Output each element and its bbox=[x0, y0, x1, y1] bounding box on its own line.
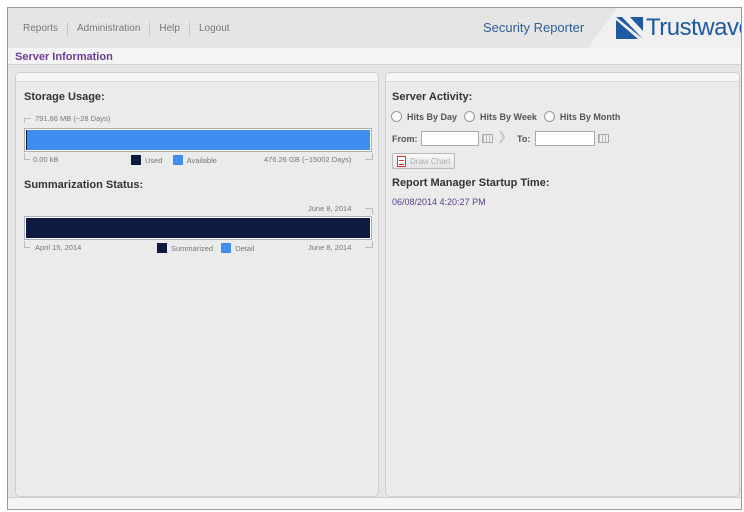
storage-max-label: 476.26 GB (~15002 Days) bbox=[264, 155, 352, 164]
startup-time-value: 06/08/2014 4:20:27 PM bbox=[392, 197, 486, 207]
storage-min-label: 0.00 kB bbox=[33, 155, 59, 164]
summarization-bar bbox=[24, 216, 372, 240]
divider bbox=[365, 208, 372, 209]
arrow-right-icon: ❯ bbox=[497, 129, 508, 143]
draw-chart-label: Draw Chart bbox=[410, 156, 451, 166]
storage-legend: Used Available bbox=[131, 155, 217, 165]
radio-hits-by-day[interactable] bbox=[391, 111, 402, 122]
panel-header-strip bbox=[16, 73, 378, 82]
legend-used-swatch bbox=[131, 155, 141, 165]
legend-used-label: Used bbox=[145, 156, 163, 165]
divider bbox=[372, 153, 373, 160]
radio-hits-by-week[interactable] bbox=[464, 111, 476, 122]
page-title: Server Information bbox=[15, 51, 113, 63]
hits-by-month-label: Hits By Month bbox=[559, 111, 621, 122]
hits-by-day-label: Hits By Day bbox=[407, 111, 458, 122]
summarization-title: Summarization Status: bbox=[24, 179, 144, 191]
pdf-icon bbox=[397, 155, 406, 167]
summarized-segment bbox=[26, 218, 370, 238]
storage-used-caption: 791.86 MB (~28 Days) bbox=[35, 114, 111, 123]
top-navigation-bar: Reports Administration Help Logout Secur… bbox=[8, 8, 741, 48]
divider bbox=[372, 208, 373, 214]
product-name: Security Reporter bbox=[483, 20, 585, 35]
summarization-top-caption: June 8, 2014 bbox=[308, 204, 352, 213]
startup-title: Report Manager Startup Time: bbox=[392, 177, 550, 189]
to-label: To: bbox=[517, 134, 531, 144]
brand-wordmark: Trustwave® bbox=[646, 14, 742, 41]
menu-reports[interactable]: Reports bbox=[14, 22, 69, 36]
brand-logo: Trustwave® bbox=[616, 14, 742, 42]
divider bbox=[24, 118, 25, 123]
main-menu: Reports Administration Help Logout bbox=[14, 22, 239, 36]
footer bbox=[8, 497, 741, 509]
radio-hits-by-month[interactable] bbox=[543, 111, 555, 122]
divider bbox=[24, 247, 30, 248]
divider bbox=[365, 247, 372, 248]
calendar-icon[interactable] bbox=[482, 134, 493, 143]
from-date-field[interactable] bbox=[421, 131, 479, 146]
divider bbox=[372, 241, 373, 248]
summarization-end-label: June 8, 2014 bbox=[308, 243, 352, 252]
storage-usage-bar bbox=[24, 128, 372, 152]
legend-available-label: Available bbox=[186, 156, 217, 165]
calendar-icon[interactable] bbox=[598, 134, 609, 143]
storage-panel: Storage Usage: 791.86 MB (~28 Days) 0.00… bbox=[15, 72, 379, 497]
storage-available-segment bbox=[27, 130, 370, 150]
divider bbox=[24, 159, 30, 160]
menu-administration[interactable]: Administration bbox=[68, 22, 151, 36]
menu-logout[interactable]: Logout bbox=[190, 22, 239, 36]
activity-panel: Server Activity: Hits By Day Hits By Wee… bbox=[385, 72, 740, 497]
draw-chart-button[interactable]: Draw Chart bbox=[392, 153, 456, 169]
summarization-legend: Summarized Detail bbox=[157, 243, 254, 253]
section-bar: Server Information bbox=[8, 48, 741, 65]
hits-period-options: Hits By Day Hits By Week Hits By Month bbox=[391, 111, 627, 122]
legend-summarized-swatch bbox=[157, 243, 167, 253]
divider bbox=[24, 118, 31, 119]
summarization-start-label: April 15, 2014 bbox=[35, 243, 82, 252]
from-label: From: bbox=[392, 134, 418, 144]
legend-detail-swatch bbox=[221, 243, 232, 253]
storage-title: Storage Usage: bbox=[24, 91, 105, 103]
legend-detail-label: Detail bbox=[235, 244, 255, 253]
to-date-field[interactable] bbox=[535, 131, 595, 146]
app-window: Reports Administration Help Logout Secur… bbox=[7, 7, 742, 510]
hits-by-week-label: Hits By Week bbox=[480, 111, 537, 122]
menu-help[interactable]: Help bbox=[150, 22, 190, 36]
legend-summarized-label: Summarized bbox=[171, 244, 214, 253]
legend-available-swatch bbox=[172, 155, 183, 165]
trustwave-logo-icon bbox=[616, 17, 643, 39]
panel-header-strip bbox=[386, 73, 739, 82]
activity-title: Server Activity: bbox=[392, 91, 473, 103]
divider bbox=[365, 159, 372, 160]
